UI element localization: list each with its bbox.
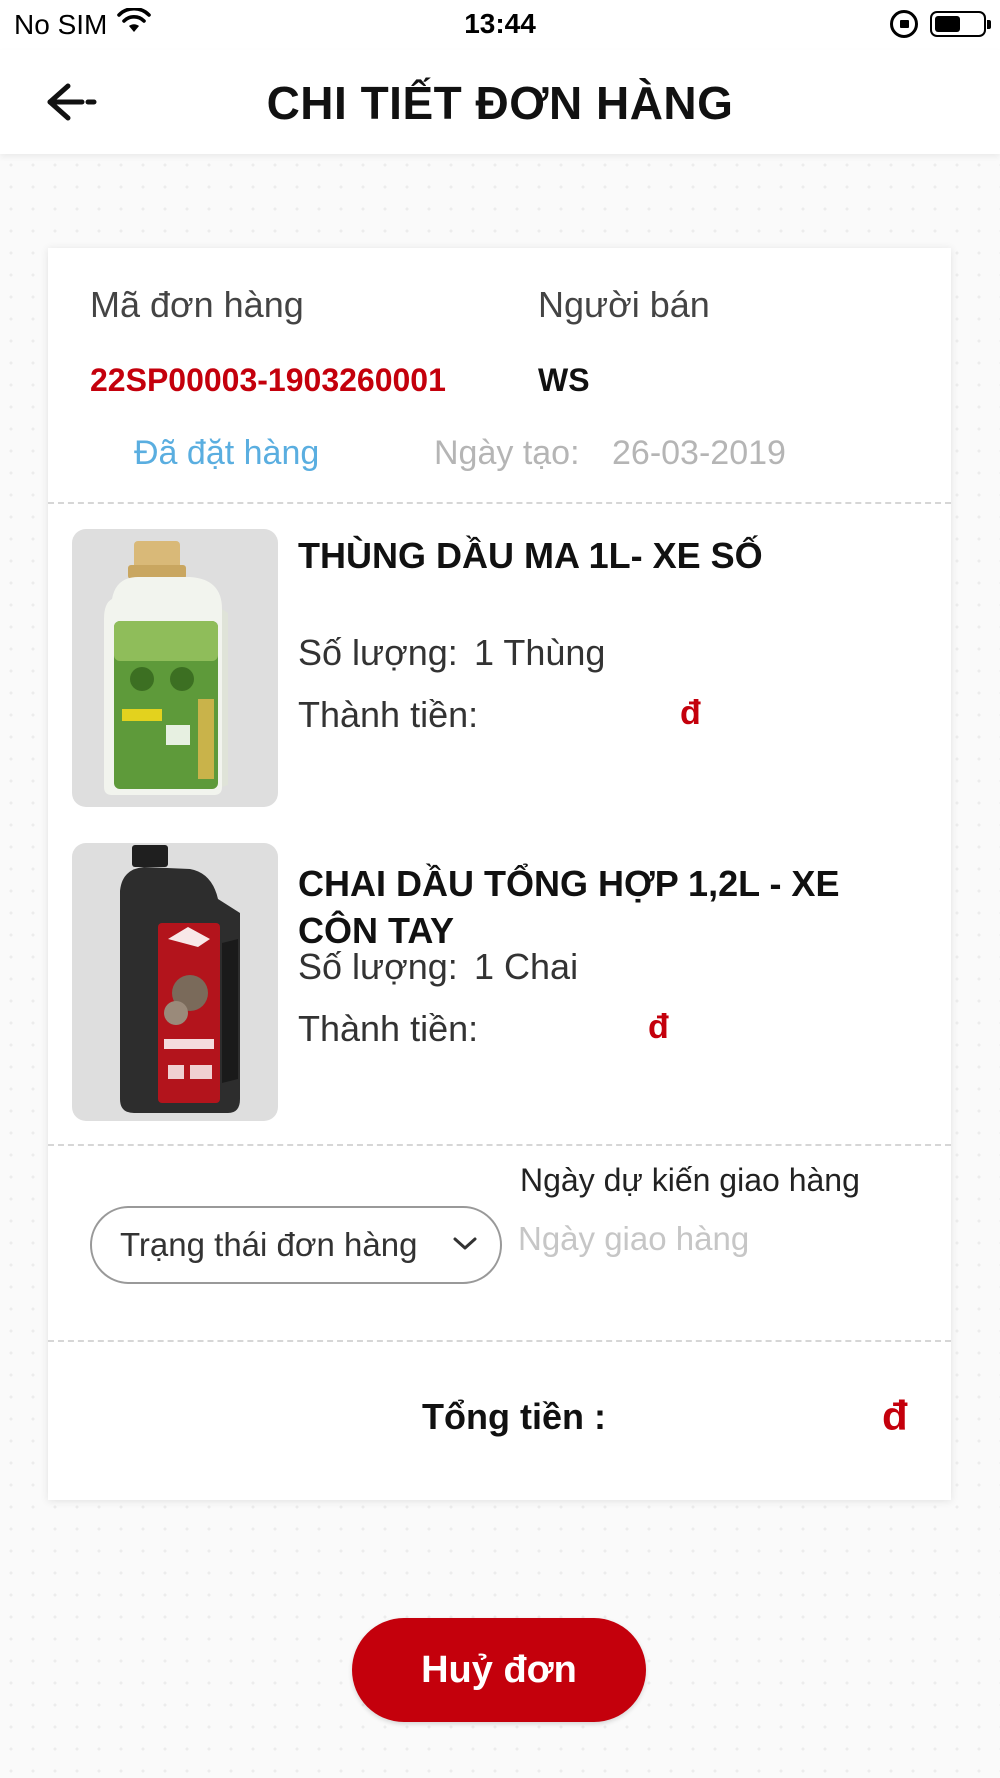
cancel-order-button[interactable]: Huỷ đơn xyxy=(352,1618,646,1722)
created-date-label: Ngày tạo: xyxy=(434,434,580,472)
product-name: CHAI DẦU TỔNG HỢP 1,2L - XE CÔN TAY xyxy=(298,863,840,951)
order-status: Đã đặt hàng xyxy=(134,434,320,472)
divider xyxy=(48,1340,951,1342)
product-image xyxy=(72,843,278,1121)
app-header: CHI TIẾT ĐƠN HÀNG xyxy=(0,50,1000,154)
subtotal-value: đ xyxy=(680,694,701,732)
chevron-down-icon xyxy=(453,1237,477,1250)
subtotal-label: Thành tiền: xyxy=(298,1008,479,1049)
order-code-value: 22SP00003-1903260001 xyxy=(90,362,446,398)
quantity-label: Số lượng: xyxy=(298,632,458,673)
oil-bottle-green-image xyxy=(104,541,228,795)
oil-bottle-black-image xyxy=(120,845,240,1113)
rotation-lock-icon xyxy=(890,10,918,38)
subtotal-value: đ xyxy=(648,1008,669,1046)
battery-icon xyxy=(930,11,991,37)
page-title: CHI TIẾT ĐƠN HÀNG xyxy=(266,77,734,129)
quantity-value: 1 Chai xyxy=(474,946,579,987)
quantity-label: Số lượng: xyxy=(298,946,458,987)
total-label: Tổng tiền : xyxy=(422,1396,606,1437)
expected-delivery-label: Ngày dự kiến giao hàng xyxy=(520,1162,860,1198)
status-bar: No SIM 13:44 xyxy=(0,0,1000,50)
clock: 13:44 xyxy=(464,8,536,39)
status-right xyxy=(890,10,991,38)
created-date-value: 26-03-2019 xyxy=(612,434,786,472)
divider xyxy=(48,502,951,504)
order-card: Mã đơn hàng Người bán 22SP00003-19032600… xyxy=(48,248,951,1500)
delivery-date-input[interactable]: Ngày giao hàng xyxy=(518,1220,918,1258)
divider xyxy=(48,1144,951,1146)
order-code-label: Mã đơn hàng xyxy=(90,284,304,325)
product-image xyxy=(72,529,278,807)
seller-value: WS xyxy=(538,362,590,398)
total-value: đ xyxy=(882,1392,908,1439)
seller-label: Người bán xyxy=(538,284,710,325)
product-name: THÙNG DẦU MA 1L- XE SỐ xyxy=(298,535,763,576)
subtotal-label: Thành tiền: xyxy=(298,694,479,735)
order-status-select[interactable]: Trạng thái đơn hàng xyxy=(90,1206,502,1284)
order-status-select-value: Trạng thái đơn hàng xyxy=(120,1226,418,1263)
quantity-value: 1 Thùng xyxy=(474,632,606,673)
